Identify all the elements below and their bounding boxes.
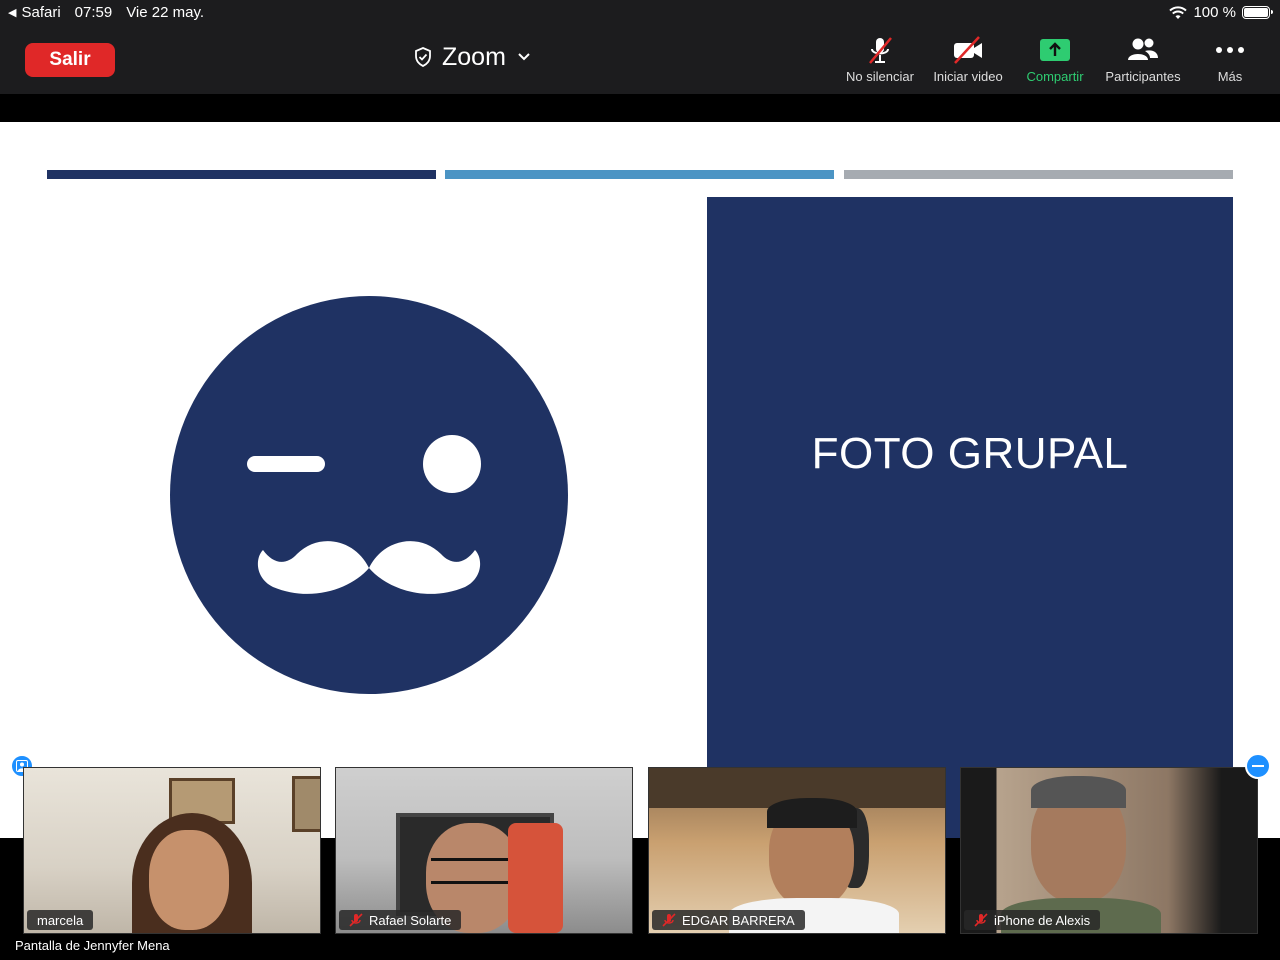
- wifi-icon: [1169, 5, 1188, 19]
- share-label: Compartir: [1026, 69, 1084, 84]
- shield-icon: [415, 47, 431, 67]
- muted-mic-icon: [974, 913, 988, 927]
- leave-button[interactable]: Salir: [25, 43, 115, 77]
- minimize-videos-button[interactable]: [1245, 753, 1271, 779]
- face-circle: [170, 296, 568, 694]
- title-panel: FOTO GRUPAL: [707, 197, 1233, 838]
- open-eye: [423, 435, 481, 493]
- status-bar: ◀ Safari 07:59 Vie 22 may. 100 %: [0, 0, 1280, 26]
- participant-name-tag: Rafael Solarte: [339, 910, 462, 930]
- more-icon: [1216, 47, 1244, 53]
- muted-mic-icon: [349, 913, 363, 927]
- participant-face: [149, 830, 229, 930]
- back-app-label[interactable]: Safari: [21, 4, 60, 21]
- share-screen-icon: [1040, 39, 1070, 61]
- participant-hair: [767, 798, 857, 828]
- shared-screen-slide: FOTO GRUPAL: [0, 122, 1280, 838]
- participant-hair: [1031, 776, 1126, 808]
- unmute-label: No silenciar: [846, 69, 914, 84]
- muted-mic-icon: [662, 913, 676, 927]
- product-bottle: [508, 823, 563, 933]
- toolbar-divider: [0, 94, 1280, 122]
- participant-name: Rafael Solarte: [369, 912, 452, 928]
- battery-icon: [1242, 6, 1273, 19]
- meeting-title-label: Zoom: [442, 42, 506, 71]
- more-label: Más: [1217, 69, 1243, 84]
- minus-icon: [1252, 765, 1264, 767]
- accent-bar-gray: [844, 170, 1233, 179]
- participant-name-tag: iPhone de Alexis: [964, 910, 1101, 930]
- eyeglasses: [431, 858, 511, 884]
- participant-video-tile[interactable]: marcela: [23, 767, 321, 934]
- participant-video-tile[interactable]: Rafael Solarte: [335, 767, 633, 934]
- video-off-icon: [954, 36, 982, 64]
- closed-eye: [247, 456, 325, 472]
- meeting-toolbar: Salir Zoom No silenciar Iniciar video Co…: [0, 26, 1280, 94]
- start-video-button[interactable]: Iniciar video: [923, 35, 1013, 84]
- participant-name-tag: EDGAR BARRERA: [652, 910, 805, 930]
- status-date: Vie 22 may.: [126, 4, 205, 21]
- participant-name: EDGAR BARRERA: [682, 912, 795, 928]
- slide-title: FOTO GRUPAL: [811, 429, 1129, 478]
- participants-button[interactable]: Participantes: [1098, 35, 1188, 84]
- microphone-muted-icon: [869, 37, 892, 64]
- start-video-label: Iniciar video: [933, 69, 1003, 84]
- participants-icon: [1128, 38, 1158, 60]
- more-button[interactable]: Más: [1185, 35, 1275, 84]
- share-button[interactable]: Compartir: [1010, 35, 1100, 84]
- participant-name: marcela: [37, 912, 84, 928]
- status-time: 07:59: [74, 4, 113, 21]
- meeting-title[interactable]: Zoom: [414, 40, 530, 74]
- back-arrow-icon[interactable]: ◀: [8, 6, 16, 19]
- status-bar-right: 100 %: [1169, 4, 1273, 21]
- participant-video-tile[interactable]: EDGAR BARRERA: [648, 767, 946, 934]
- accent-bar-navy: [47, 170, 436, 179]
- unmute-button[interactable]: No silenciar: [835, 35, 925, 84]
- participant-video-tile[interactable]: iPhone de Alexis: [960, 767, 1258, 934]
- participant-name: iPhone de Alexis: [994, 912, 1091, 928]
- winking-mustache-face-graphic: [170, 296, 568, 694]
- screen-share-owner-label: Pantalla de Jennyfer Mena: [15, 938, 170, 953]
- chevron-down-icon: [518, 53, 530, 61]
- accent-bar-blue: [445, 170, 834, 179]
- status-bar-left: ◀ Safari 07:59 Vie 22 may.: [8, 4, 204, 21]
- participants-label: Participantes: [1105, 69, 1181, 84]
- wall-picture: [292, 776, 320, 832]
- battery-percent: 100 %: [1193, 4, 1236, 21]
- participant-name-tag: marcela: [27, 910, 94, 930]
